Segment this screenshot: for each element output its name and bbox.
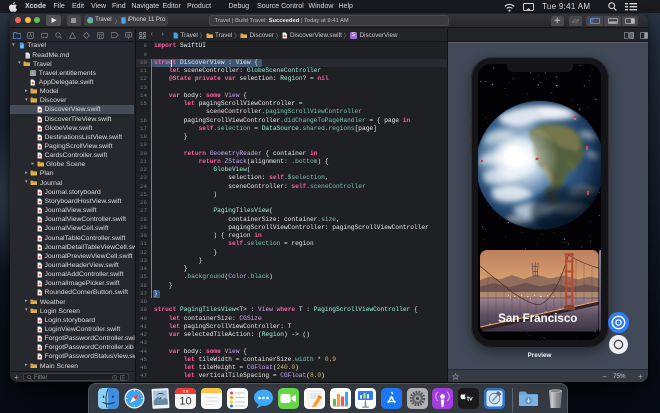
svg-text:10: 10 [180,396,192,408]
svg-text:tv: tv [467,396,473,403]
svg-text:TUE: TUE [183,389,190,393]
